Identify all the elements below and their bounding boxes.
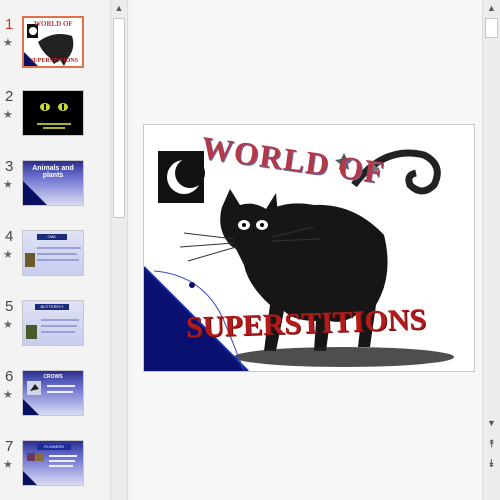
slide-editing-area: WORLD OF SUPERSTITIONS	[132, 0, 482, 500]
slide-number: 4	[5, 228, 14, 245]
scroll-down-arrow-icon[interactable]: ▼	[483, 418, 500, 428]
slide-number: 3	[5, 158, 14, 175]
scroll-up-arrow-icon[interactable]: ▲	[483, 3, 500, 13]
slide-number: 5	[5, 298, 14, 315]
animation-star-icon: ★	[3, 109, 13, 121]
animation-star-icon: ★	[3, 37, 13, 49]
animation-star-icon: ★	[3, 459, 13, 471]
slide-thumbnail-7[interactable]: 7 ★ FLOWERS	[0, 438, 110, 500]
slide-preview: WORLD OF SUPERSTITIONS	[22, 16, 84, 68]
thumb-subtitle: SUPERSTITIONS	[30, 58, 79, 64]
butterfly-thumbnail-art	[26, 319, 79, 339]
slide-number: 6	[5, 368, 14, 385]
animation-star-icon: ★	[3, 389, 13, 401]
animation-star-icon: ★	[3, 179, 13, 191]
slide-thumbnail-3[interactable]: 3 ★ Animals and plants	[0, 158, 110, 220]
slide-preview: OWL	[22, 230, 84, 276]
owl-thumbnail-art	[25, 247, 81, 267]
slide-thumbnail-pane: 1 ★ WORLD OF SUPERSTITIONS 2 ★ 3 ★ Anima…	[0, 0, 110, 500]
slide-scrollbar[interactable]: ▲ ▼ ⯭ ⯯	[482, 0, 500, 500]
flowers-thumbnail-art	[23, 453, 77, 485]
next-slide-icon[interactable]: ⯯	[483, 458, 500, 470]
animation-star-icon: ★	[3, 249, 13, 261]
thumb-title: Animals and plants	[32, 165, 74, 179]
slide-thumbnail-4[interactable]: 4 ★ OWL	[0, 228, 110, 290]
slide-thumbnail-1[interactable]: 1 ★ WORLD OF SUPERSTITIONS	[0, 16, 110, 78]
slide-preview: Animals and plants	[22, 160, 84, 206]
scrollbar-thumb[interactable]	[485, 18, 498, 38]
slide-number: 2	[5, 88, 14, 105]
slide-thumbnail-6[interactable]: 6 ★ CROWS	[0, 368, 110, 430]
previous-slide-icon[interactable]: ⯭	[483, 438, 500, 450]
slide-number: 7	[5, 438, 14, 455]
slide-thumbnail-2[interactable]: 2 ★	[0, 88, 110, 150]
slide-preview: FLOWERS	[22, 440, 84, 486]
animation-star-icon: ★	[3, 319, 13, 331]
slide-preview: BUTTERFLY	[22, 300, 84, 346]
thumb-title: WORLD OF	[34, 20, 73, 28]
slide-preview: CROWS	[22, 370, 84, 416]
cat-eyes-art	[23, 91, 83, 135]
scrollbar-thumb[interactable]	[113, 18, 125, 218]
slide-preview	[22, 90, 84, 136]
crow-thumbnail-art	[23, 381, 75, 415]
current-slide[interactable]: WORLD OF SUPERSTITIONS	[143, 124, 475, 372]
thumbnail-scrollbar[interactable]: ▲	[110, 0, 128, 500]
scroll-up-arrow-icon[interactable]: ▲	[111, 3, 127, 13]
slide-thumbnail-5[interactable]: 5 ★ BUTTERFLY	[0, 298, 110, 360]
slide-number: 1	[5, 16, 14, 33]
